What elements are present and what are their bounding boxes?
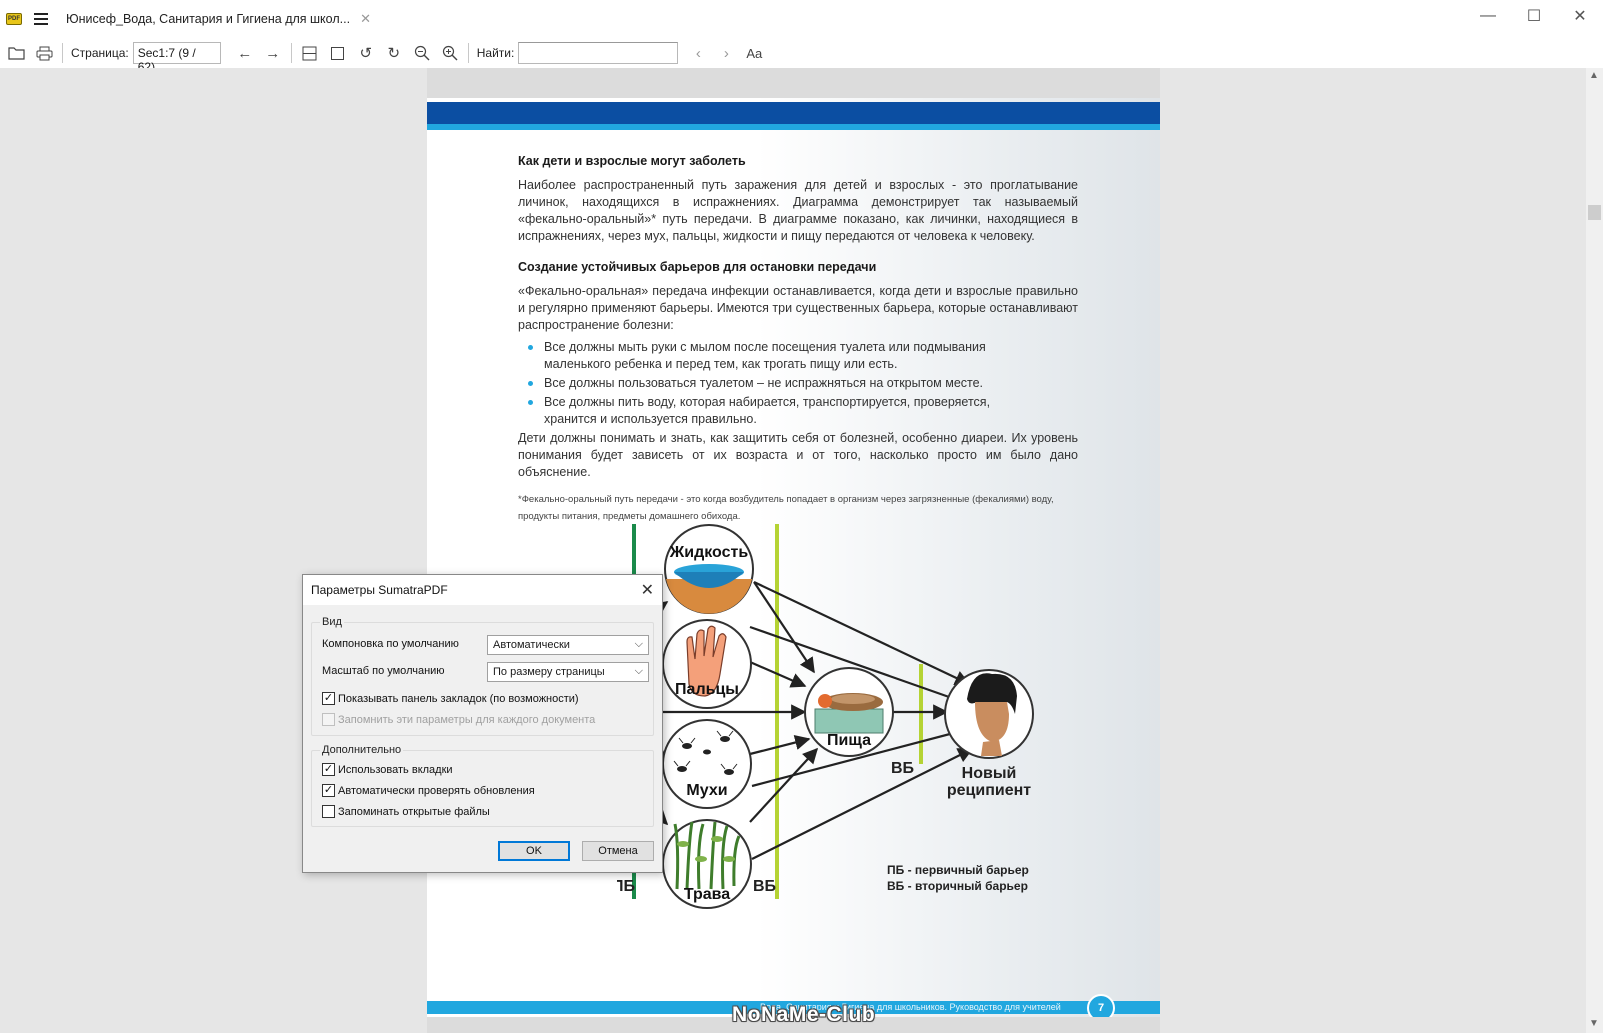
app-logo-icon: PDF xyxy=(6,13,22,25)
page-text: Как дети и взрослые могут заболеть Наибо… xyxy=(518,153,1078,525)
layout-label: Компоновка по умолчанию xyxy=(322,638,459,650)
node-label-food: Пища xyxy=(827,732,871,749)
node-label-recipient-line1: Новый xyxy=(962,765,1017,782)
find-next-icon[interactable]: › xyxy=(712,40,740,66)
toolbar-separator xyxy=(467,43,469,63)
header-band-dark xyxy=(427,102,1160,124)
title-bar: PDF Юнисеф_Вода, Санитария и Гигиена для… xyxy=(0,0,1603,38)
single-page-layout-icon[interactable] xyxy=(324,40,352,66)
bullet-item: Все должны пить воду, которая набирается… xyxy=(528,394,1028,428)
hamburger-menu-icon[interactable] xyxy=(34,13,48,25)
cancel-button[interactable]: Отмена xyxy=(582,841,654,861)
group-title: Дополнительно xyxy=(320,744,404,756)
layout-select[interactable]: Автоматически ⌵ xyxy=(487,635,649,655)
minimize-button[interactable]: — xyxy=(1465,0,1511,32)
bullet-item: Все должны пользоваться туалетом – не ис… xyxy=(528,375,1028,392)
options-dialog: Параметры SumatraPDF ✕ Вид Компоновка по… xyxy=(302,574,663,873)
next-page-arrow-icon[interactable]: → xyxy=(259,40,287,66)
node-label-recipient-line2: реципиент xyxy=(947,782,1031,799)
chevron-down-icon: ⌵ xyxy=(634,638,643,650)
document-viewport[interactable]: Как дети и взрослые могут заболеть Наибо… xyxy=(0,68,1603,1033)
checkbox-label: Запоминать открытые файлы xyxy=(338,805,490,818)
remember-settings-option: Запомнить эти параметры для каждого доку… xyxy=(322,713,595,726)
checkbox-label: Показывать панель закладок (по возможнос… xyxy=(338,692,579,705)
paragraph: «Фекально-оральная» передача инфекции ос… xyxy=(518,284,1078,332)
checkbox-checked[interactable]: ✓ xyxy=(322,763,335,776)
maximize-button[interactable]: ☐ xyxy=(1511,0,1557,32)
find-label: Найти: xyxy=(476,46,515,60)
find-previous-icon[interactable]: ‹ xyxy=(684,40,712,66)
tab-close-icon[interactable]: ✕ xyxy=(360,11,371,27)
zoom-label: Масштаб по умолчанию xyxy=(322,665,445,677)
header-band-light xyxy=(427,124,1160,130)
footnote: *Фекально-оральный путь передачи - это к… xyxy=(518,494,1054,522)
paragraph: Дети должны понимать и знать, как защити… xyxy=(518,431,1078,479)
rotate-left-icon[interactable]: ↺ xyxy=(352,40,380,66)
close-button[interactable]: ✕ xyxy=(1557,0,1603,32)
zoom-in-icon[interactable] xyxy=(436,40,464,66)
barrier-label-vb: ВБ xyxy=(753,878,776,895)
show-bookmarks-option[interactable]: ✓ Показывать панель закладок (по возможн… xyxy=(322,692,579,705)
barrier-label-pb: ПБ xyxy=(617,878,635,895)
scroll-down-icon[interactable]: ▼ xyxy=(1589,1018,1599,1029)
transmission-diagram: Жидкость Пальцы Мухи Трава Пища Новый ре… xyxy=(617,524,1034,909)
node-label-flies: Мухи xyxy=(686,782,727,799)
toolbar: Страница: Sec1:7 (9 / 62) ← → ↺ ↻ Найти:… xyxy=(0,38,1603,74)
document-tab-title[interactable]: Юнисеф_Вода, Санитария и Гигиена для шко… xyxy=(66,12,350,26)
vertical-scrollbar[interactable]: ▲ ▼ xyxy=(1586,68,1603,1033)
checkbox-checked[interactable]: ✓ xyxy=(322,784,335,797)
rotate-right-icon[interactable]: ↻ xyxy=(380,40,408,66)
previous-page-arrow-icon[interactable]: ← xyxy=(231,40,259,66)
section-heading: Создание устойчивых барьеров для останов… xyxy=(518,260,877,274)
match-case-icon[interactable]: Aa xyxy=(740,40,768,66)
scroll-up-icon[interactable]: ▲ xyxy=(1589,70,1599,81)
continuous-layout-icon[interactable] xyxy=(296,40,324,66)
checkbox-unchecked[interactable] xyxy=(322,805,335,818)
bullet-item: Все должны мыть руки с мылом после посещ… xyxy=(528,339,1028,373)
legend-pb: ПБ - первичный барьер xyxy=(887,863,1029,877)
liquid-node xyxy=(664,524,754,614)
remember-files-option[interactable]: Запоминать открытые файлы xyxy=(322,805,490,818)
page-label: Страница: xyxy=(71,46,129,60)
checkbox-label: Запомнить эти параметры для каждого доку… xyxy=(338,713,596,726)
scrollbar-thumb[interactable] xyxy=(1588,205,1601,220)
chevron-down-icon: ⌵ xyxy=(634,665,643,677)
dialog-title: Параметры SumatraPDF xyxy=(311,583,448,597)
section-heading: Как дети и взрослые могут заболеть xyxy=(518,154,746,168)
legend-vb: ВБ - вторичный барьер xyxy=(887,879,1028,893)
zoom-select[interactable]: По размеру страницы ⌵ xyxy=(487,662,649,682)
checkbox-label: Использовать вкладки xyxy=(338,763,453,776)
node-label-liquids: Жидкость xyxy=(669,544,749,561)
open-folder-icon[interactable] xyxy=(2,40,30,66)
ok-button[interactable]: OK xyxy=(498,841,570,861)
print-icon[interactable] xyxy=(30,40,58,66)
group-title: Вид xyxy=(320,616,344,628)
toolbar-separator xyxy=(290,43,292,63)
paragraph: Наиболее распространенный путь заражения… xyxy=(518,178,1078,243)
previous-page-edge xyxy=(427,68,1160,98)
layout-select-value: Автоматически xyxy=(493,639,570,651)
view-group: Вид Компоновка по умолчанию Автоматическ… xyxy=(311,616,654,736)
checkbox-label: Автоматически проверять обновления xyxy=(338,784,535,797)
dialog-close-icon[interactable]: ✕ xyxy=(641,580,654,600)
node-label-fingers: Пальцы xyxy=(675,681,739,698)
recipient-node xyxy=(944,669,1034,759)
use-tabs-option[interactable]: ✓ Использовать вкладки xyxy=(322,763,453,776)
pdf-page: Как дети и взрослые могут заболеть Наибо… xyxy=(427,68,1160,1033)
checkbox-disabled xyxy=(322,713,335,726)
check-updates-option[interactable]: ✓ Автоматически проверять обновления xyxy=(322,784,535,797)
find-input[interactable] xyxy=(518,42,679,64)
sumatra-window: PDF Юнисеф_Вода, Санитария и Гигиена для… xyxy=(0,0,1603,1033)
advanced-group: Дополнительно ✓ Использовать вкладки ✓ А… xyxy=(311,744,654,827)
checkbox-checked[interactable]: ✓ xyxy=(322,692,335,705)
barrier-label-vb: ВБ xyxy=(891,760,914,777)
toolbar-separator xyxy=(62,43,63,63)
zoom-select-value: По размеру страницы xyxy=(493,666,605,678)
zoom-out-icon[interactable] xyxy=(408,40,436,66)
watermark: NoNaMe-Club xyxy=(732,1003,876,1026)
page-number-input[interactable]: Sec1:7 (9 / 62) xyxy=(132,42,221,74)
dialog-title-bar: Параметры SumatraPDF ✕ xyxy=(303,575,662,605)
bullet-list: Все должны мыть руки с мылом после посещ… xyxy=(518,339,1078,428)
node-label-grass: Трава xyxy=(684,886,730,903)
